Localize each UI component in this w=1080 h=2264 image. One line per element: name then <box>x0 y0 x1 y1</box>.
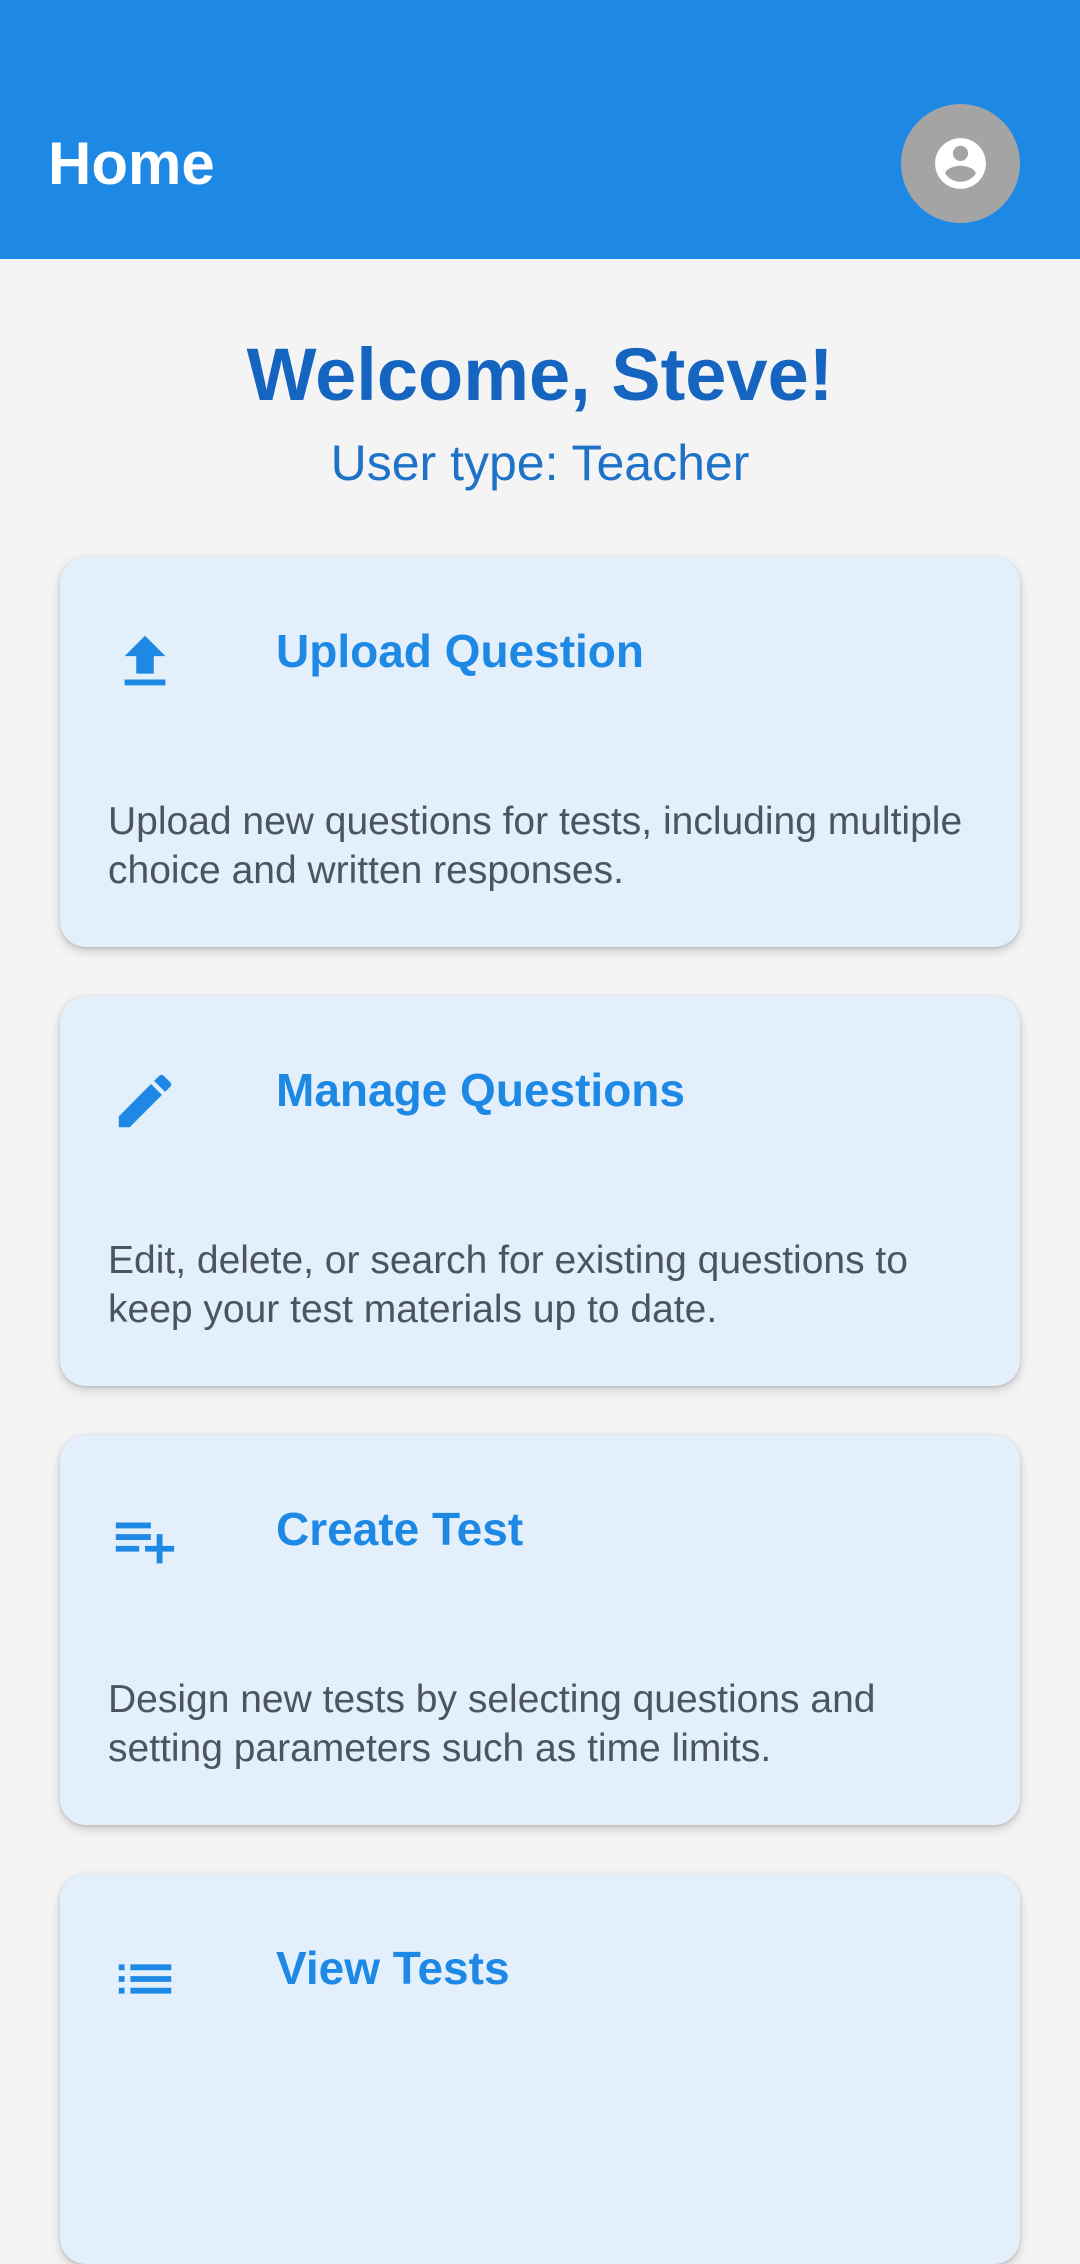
page-title: Home <box>48 130 215 197</box>
list-icon <box>118 1964 172 1994</box>
upload-question-card[interactable]: Upload Question Upload new questions for… <box>60 557 1020 947</box>
card-description: Upload new questions for tests, includin… <box>108 800 963 892</box>
card-description: Design new tests by selecting questions … <box>108 1678 876 1770</box>
create-test-card[interactable]: Create Test Design new tests by selectin… <box>60 1435 1020 1825</box>
card-title: Manage Questions <box>276 1064 685 1116</box>
card-title: Upload Question <box>276 625 644 677</box>
manage-questions-card[interactable]: Manage Questions Edit, delete, or search… <box>60 996 1020 1386</box>
user-type-label: User type: Teacher <box>330 435 750 491</box>
profile-avatar-button[interactable] <box>901 104 1020 223</box>
view-tests-card[interactable]: View Tests <box>60 1874 1020 2264</box>
card-description: Edit, delete, or search for existing que… <box>108 1239 908 1331</box>
card-title: View Tests <box>276 1942 510 1994</box>
upload-icon <box>124 635 166 686</box>
pencil-icon <box>118 1074 172 1128</box>
playlist-add-icon <box>115 1522 175 1564</box>
account-circle-icon <box>935 138 986 189</box>
welcome-heading: Welcome, Steve! <box>246 333 834 416</box>
card-title: Create Test <box>276 1503 524 1555</box>
app-bar: Home <box>0 0 1080 259</box>
